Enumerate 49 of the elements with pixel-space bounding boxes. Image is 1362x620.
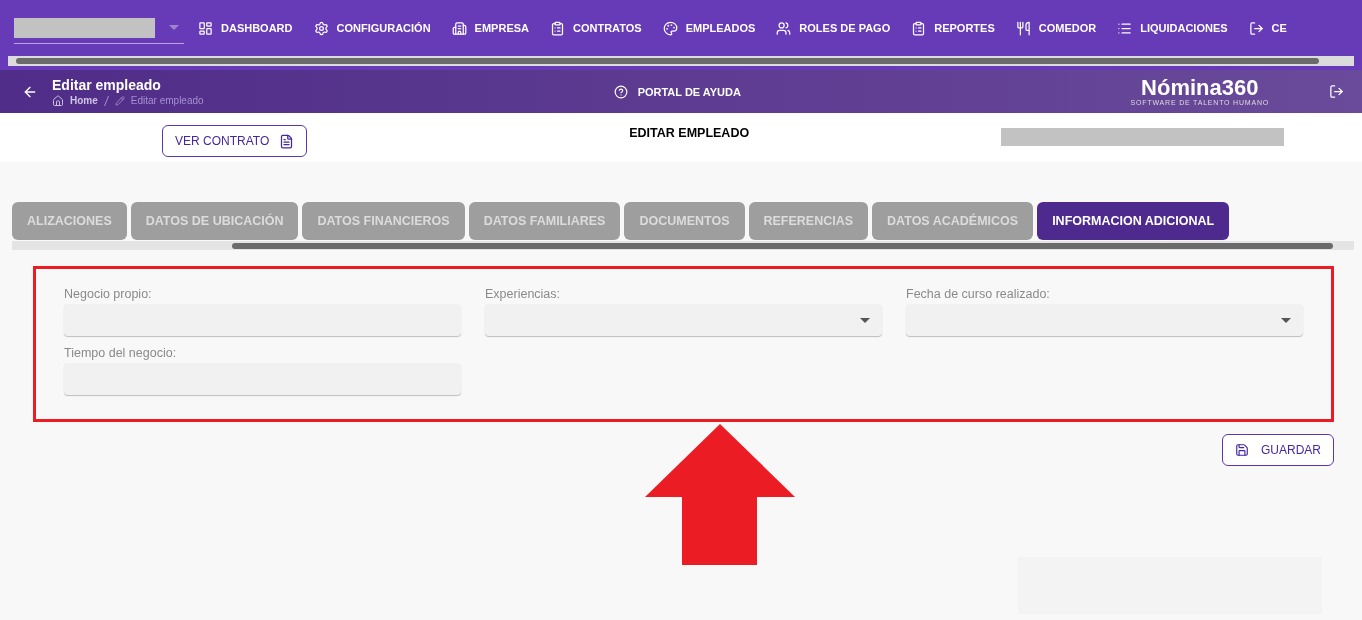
caret-icon: [860, 317, 870, 323]
save-button[interactable]: GUARDAR: [1222, 434, 1334, 466]
nav-link[interactable]: LIQUIDACIONES: [1117, 20, 1228, 36]
scrollbar[interactable]: [12, 241, 1354, 250]
help-icon: [613, 84, 628, 99]
section-title: EDITAR EMPLEADO: [629, 126, 750, 140]
breadcrumb-current: Editar empleado: [130, 95, 204, 106]
utensils-icon: [1015, 20, 1031, 36]
breadcrumb-link[interactable]: Home: [70, 95, 98, 106]
tab[interactable]: INFORMACION ADICIONAL: [1037, 202, 1230, 240]
home-icon: [52, 94, 64, 107]
logo-text: Nómina360: [1141, 77, 1259, 99]
field-label: Tiempo del negocio:: [64, 346, 178, 360]
nav-link[interactable]: CONFIGURACIÓN: [313, 20, 431, 36]
help-link[interactable]: PORTAL DE AYUDA: [613, 84, 741, 99]
logout-icon: [1248, 20, 1264, 36]
slash-separator-icon: [103, 95, 109, 106]
view-contract-button[interactable]: VER CONTRATO: [162, 125, 308, 157]
pencil-icon: [114, 95, 125, 106]
clipboard-icon: [911, 20, 927, 36]
palette-icon: [662, 20, 678, 36]
nav-link[interactable]: ROLES DE PAGO: [776, 20, 891, 36]
list-icon: [1117, 20, 1133, 36]
scrollbar[interactable]: [8, 56, 1354, 66]
field-label: Negocio propio:: [64, 287, 153, 301]
gear-icon: [313, 20, 329, 36]
field-label: Fecha de curso realizado:: [906, 287, 1051, 301]
select-field[interactable]: [485, 304, 882, 336]
caret-icon: [1281, 317, 1291, 323]
nav-link[interactable]: CONTRATOS: [550, 20, 642, 36]
logout-icon[interactable]: [1329, 84, 1344, 99]
input-field[interactable]: [64, 363, 461, 395]
field-label: Experiencias:: [485, 287, 562, 301]
dashboard-icon: [198, 20, 213, 36]
nav-link[interactable]: EMPLEADOS: [662, 20, 756, 36]
select-field[interactable]: [906, 304, 1303, 336]
nav-link[interactable]: CE: [1248, 20, 1287, 36]
nav-link[interactable]: DASHBOARD: [198, 20, 293, 36]
page-title: Editar empleado: [52, 76, 162, 93]
building-icon: [451, 20, 467, 36]
save-icon: [1235, 443, 1249, 457]
clipboard-icon: [550, 20, 565, 36]
caret-icon: [169, 25, 179, 30]
document-icon: [279, 133, 295, 149]
input-field[interactable]: [64, 304, 461, 336]
nav-link[interactable]: COMEDOR: [1015, 20, 1097, 36]
nav-link[interactable]: EMPRESA: [451, 20, 529, 36]
users-icon: [776, 20, 792, 36]
nav-link[interactable]: REPORTES: [911, 20, 995, 36]
